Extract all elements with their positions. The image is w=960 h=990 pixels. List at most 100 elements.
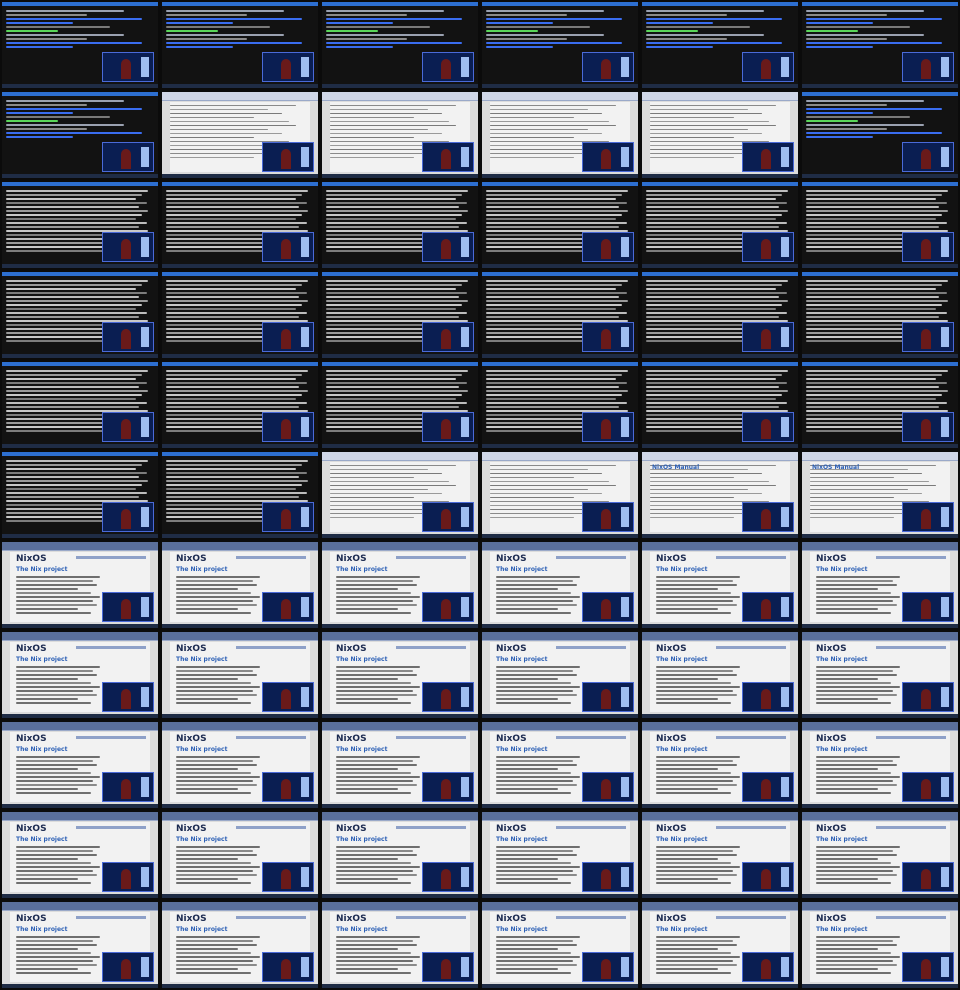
terminal-thumbnail[interactable] [802, 272, 958, 358]
nixos-logo[interactable]: NixOS [176, 824, 207, 834]
nixos-logo[interactable]: NixOS [176, 554, 207, 564]
nixos-site-thumbnail[interactable]: NixOS The Nix project [322, 632, 478, 718]
nixos-site-thumbnail[interactable]: NixOS The Nix project [162, 722, 318, 808]
terminal-thumbnail[interactable] [2, 362, 158, 448]
nixos-logo[interactable]: NixOS [496, 554, 527, 564]
browser-thumbnail[interactable] [162, 92, 318, 178]
terminal-thumbnail[interactable] [802, 2, 958, 88]
terminal-thumbnail[interactable] [642, 362, 798, 448]
nixos-logo[interactable]: NixOS [656, 734, 687, 744]
nixos-site-thumbnail[interactable]: NixOS The Nix project [482, 902, 638, 988]
browser-thumbnail[interactable]: NixOS Manual [802, 452, 958, 538]
site-nav[interactable] [716, 916, 786, 919]
terminal-thumbnail[interactable] [322, 182, 478, 268]
site-nav[interactable] [396, 736, 466, 739]
terminal-thumbnail[interactable] [2, 182, 158, 268]
site-nav[interactable] [876, 556, 946, 559]
nixos-site-thumbnail[interactable]: NixOS The Nix project [2, 542, 158, 628]
nixos-logo[interactable]: NixOS [816, 554, 847, 564]
site-nav[interactable] [396, 556, 466, 559]
terminal-thumbnail[interactable] [642, 272, 798, 358]
nixos-logo[interactable]: NixOS [816, 734, 847, 744]
nixos-logo[interactable]: NixOS [496, 644, 527, 654]
site-nav[interactable] [716, 736, 786, 739]
site-nav[interactable] [396, 916, 466, 919]
nixos-logo[interactable]: NixOS [16, 644, 47, 654]
site-nav[interactable] [876, 826, 946, 829]
site-nav[interactable] [876, 916, 946, 919]
nixos-site-thumbnail[interactable]: NixOS The Nix project [482, 812, 638, 898]
nixos-site-thumbnail[interactable]: NixOS The Nix project [802, 632, 958, 718]
nixos-logo[interactable]: NixOS [656, 554, 687, 564]
nixos-logo[interactable]: NixOS [656, 914, 687, 924]
nixos-logo[interactable]: NixOS [16, 914, 47, 924]
site-nav[interactable] [76, 736, 146, 739]
terminal-thumbnail[interactable] [802, 182, 958, 268]
nixos-site-thumbnail[interactable]: NixOS The Nix project [322, 722, 478, 808]
browser-thumbnail[interactable] [482, 452, 638, 538]
browser-thumbnail[interactable] [322, 452, 478, 538]
site-nav[interactable] [716, 556, 786, 559]
nixos-site-thumbnail[interactable]: NixOS The Nix project [2, 812, 158, 898]
nixos-logo[interactable]: NixOS [16, 734, 47, 744]
nixos-site-thumbnail[interactable]: NixOS The Nix project [642, 632, 798, 718]
site-nav[interactable] [876, 646, 946, 649]
terminal-thumbnail[interactable] [162, 452, 318, 538]
site-nav[interactable] [236, 646, 306, 649]
nixos-site-thumbnail[interactable]: NixOS The Nix project [2, 632, 158, 718]
nixos-site-thumbnail[interactable]: NixOS The Nix project [322, 812, 478, 898]
nixos-logo[interactable]: NixOS [656, 644, 687, 654]
site-nav[interactable] [556, 916, 626, 919]
browser-thumbnail[interactable] [482, 92, 638, 178]
nixos-site-thumbnail[interactable]: NixOS The Nix project [642, 812, 798, 898]
nixos-site-thumbnail[interactable]: NixOS The Nix project [482, 542, 638, 628]
nixos-site-thumbnail[interactable]: NixOS The Nix project [482, 632, 638, 718]
site-nav[interactable] [716, 826, 786, 829]
terminal-thumbnail[interactable] [162, 182, 318, 268]
nixos-logo[interactable]: NixOS [176, 734, 207, 744]
site-nav[interactable] [76, 916, 146, 919]
browser-thumbnail[interactable]: NixOS Manual [642, 452, 798, 538]
terminal-thumbnail[interactable] [802, 92, 958, 178]
nixos-logo[interactable]: NixOS [496, 824, 527, 834]
terminal-thumbnail[interactable] [162, 272, 318, 358]
nixos-logo[interactable]: NixOS [176, 644, 207, 654]
terminal-thumbnail[interactable] [162, 2, 318, 88]
nixos-site-thumbnail[interactable]: NixOS The Nix project [162, 902, 318, 988]
browser-thumbnail[interactable] [642, 92, 798, 178]
nixos-site-thumbnail[interactable]: NixOS The Nix project [2, 722, 158, 808]
nixos-site-thumbnail[interactable]: NixOS The Nix project [802, 722, 958, 808]
terminal-thumbnail[interactable] [2, 2, 158, 88]
nixos-logo[interactable]: NixOS [816, 824, 847, 834]
site-nav[interactable] [236, 556, 306, 559]
terminal-thumbnail[interactable] [2, 452, 158, 538]
nixos-logo[interactable]: NixOS [336, 554, 367, 564]
nixos-site-thumbnail[interactable]: NixOS The Nix project [802, 902, 958, 988]
site-nav[interactable] [876, 736, 946, 739]
site-nav[interactable] [236, 826, 306, 829]
nixos-logo[interactable]: NixOS [336, 824, 367, 834]
terminal-thumbnail[interactable] [482, 2, 638, 88]
nixos-logo[interactable]: NixOS [816, 914, 847, 924]
nixos-site-thumbnail[interactable]: NixOS The Nix project [802, 812, 958, 898]
nixos-logo[interactable]: NixOS [656, 824, 687, 834]
nixos-logo[interactable]: NixOS [16, 554, 47, 564]
terminal-thumbnail[interactable] [482, 362, 638, 448]
browser-thumbnail[interactable] [322, 92, 478, 178]
site-nav[interactable] [716, 646, 786, 649]
site-nav[interactable] [556, 826, 626, 829]
nixos-site-thumbnail[interactable]: NixOS The Nix project [642, 902, 798, 988]
nixos-site-thumbnail[interactable]: NixOS The Nix project [162, 632, 318, 718]
site-nav[interactable] [76, 556, 146, 559]
nixos-logo[interactable]: NixOS [16, 824, 47, 834]
terminal-thumbnail[interactable] [322, 2, 478, 88]
terminal-thumbnail[interactable] [642, 2, 798, 88]
nixos-site-thumbnail[interactable]: NixOS The Nix project [642, 722, 798, 808]
nixos-site-thumbnail[interactable]: NixOS The Nix project [322, 542, 478, 628]
nixos-site-thumbnail[interactable]: NixOS The Nix project [802, 542, 958, 628]
site-nav[interactable] [236, 736, 306, 739]
nixos-site-thumbnail[interactable]: NixOS The Nix project [162, 812, 318, 898]
nixos-site-thumbnail[interactable]: NixOS The Nix project [322, 902, 478, 988]
terminal-thumbnail[interactable] [2, 272, 158, 358]
nixos-site-thumbnail[interactable]: NixOS The Nix project [482, 722, 638, 808]
